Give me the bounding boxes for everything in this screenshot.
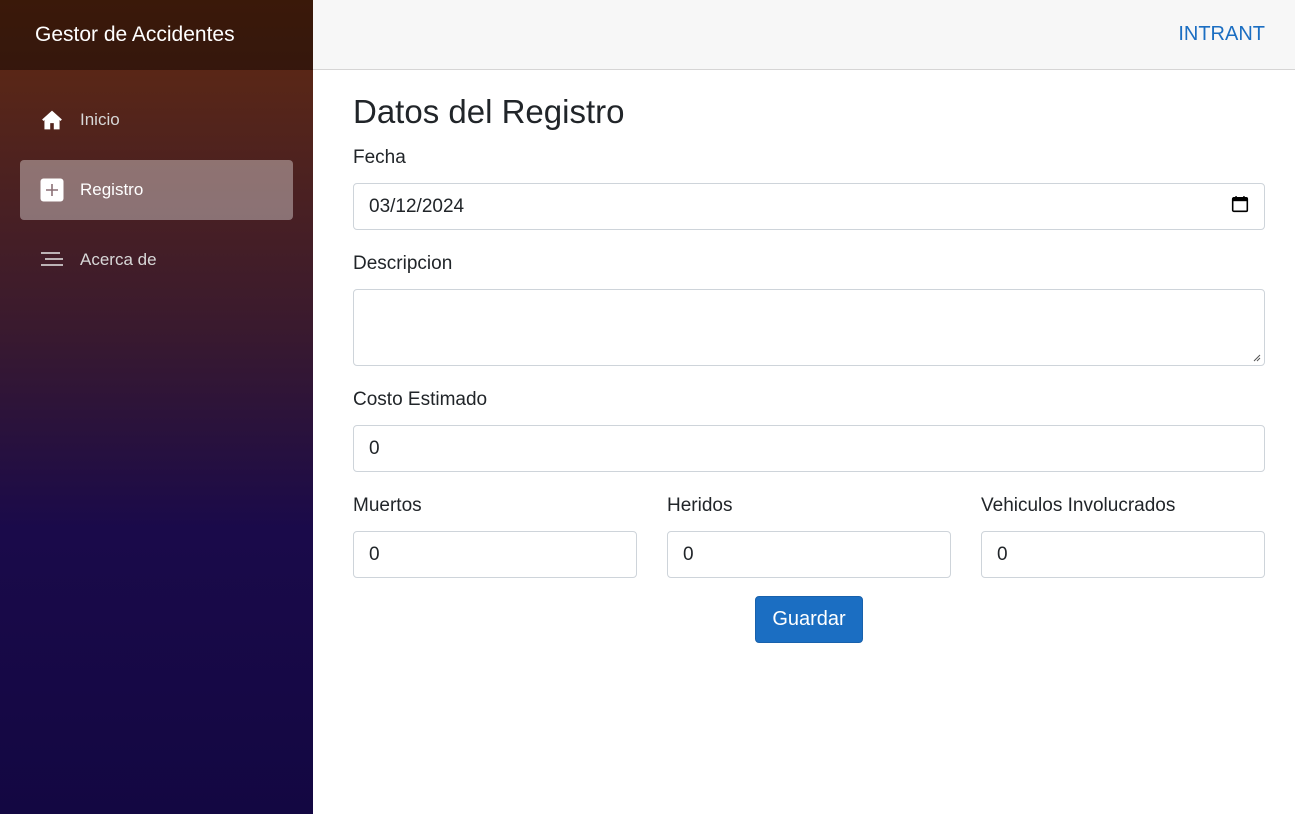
submit-row: Guardar (353, 596, 1265, 643)
sidebar-item-registro[interactable]: Registro (20, 160, 293, 220)
resize-grip-icon[interactable] (1251, 352, 1261, 362)
guardar-button[interactable]: Guardar (755, 596, 863, 643)
costo-label: Costo Estimado (353, 389, 488, 410)
heridos-label: Heridos (667, 495, 733, 516)
heridos-group: Heridos 0 (667, 494, 951, 578)
fecha-group: Fecha 03/12/2024 (353, 146, 1265, 230)
muertos-value: 0 (369, 543, 380, 565)
muertos-label: Muertos (353, 495, 422, 516)
sidebar-item-acerca-de[interactable]: Acerca de (20, 230, 293, 290)
fecha-value: 03/12/2024 (369, 195, 465, 217)
list-icon (40, 248, 64, 272)
sidebar-item-label: Registro (80, 180, 144, 199)
house-icon (40, 108, 64, 132)
descripcion-label: Descripcion (353, 253, 453, 274)
sidebar-item-inicio[interactable]: Inicio (20, 90, 293, 150)
costo-input[interactable]: 0 (353, 425, 1265, 472)
fecha-label: Fecha (353, 147, 406, 168)
heridos-value: 0 (683, 543, 694, 565)
sidebar-item-label: Acerca de (80, 250, 157, 269)
top-row: INTRANT (313, 0, 1295, 70)
sidebar-item-label: Inicio (80, 110, 120, 129)
muertos-group: Muertos 0 (353, 494, 637, 578)
descripcion-group: Descripcion (353, 252, 1265, 366)
costo-value: 0 (369, 437, 380, 459)
fecha-input[interactable]: 03/12/2024 (353, 183, 1265, 230)
page-title: Datos del Registro (353, 93, 625, 130)
calendar-icon[interactable] (1231, 195, 1249, 219)
intrant-link[interactable]: INTRANT (1178, 23, 1265, 46)
brand-link[interactable]: Gestor de Accidentes (35, 23, 235, 47)
costo-group: Costo Estimado 0 (353, 388, 1265, 472)
brand-bar: Gestor de Accidentes (0, 0, 313, 70)
plus-square-icon (40, 178, 64, 202)
sidebar: Gestor de Accidentes Inicio Registro Ace… (0, 0, 313, 814)
sidebar-nav: Inicio Registro Acerca de (0, 70, 313, 290)
vehiculos-value: 0 (997, 543, 1008, 565)
vehiculos-label: Vehiculos Involucrados (981, 495, 1176, 516)
vehiculos-group: Vehiculos Involucrados 0 (981, 494, 1265, 578)
main-content: Datos del Registro Fecha 03/12/2024 Desc… (353, 90, 1265, 643)
vehiculos-input[interactable]: 0 (981, 531, 1265, 578)
muertos-input[interactable]: 0 (353, 531, 637, 578)
heridos-input[interactable]: 0 (667, 531, 951, 578)
counts-row: Muertos 0 Heridos 0 Vehiculos Involucrad… (353, 494, 1265, 578)
descripcion-textarea[interactable] (353, 289, 1265, 366)
